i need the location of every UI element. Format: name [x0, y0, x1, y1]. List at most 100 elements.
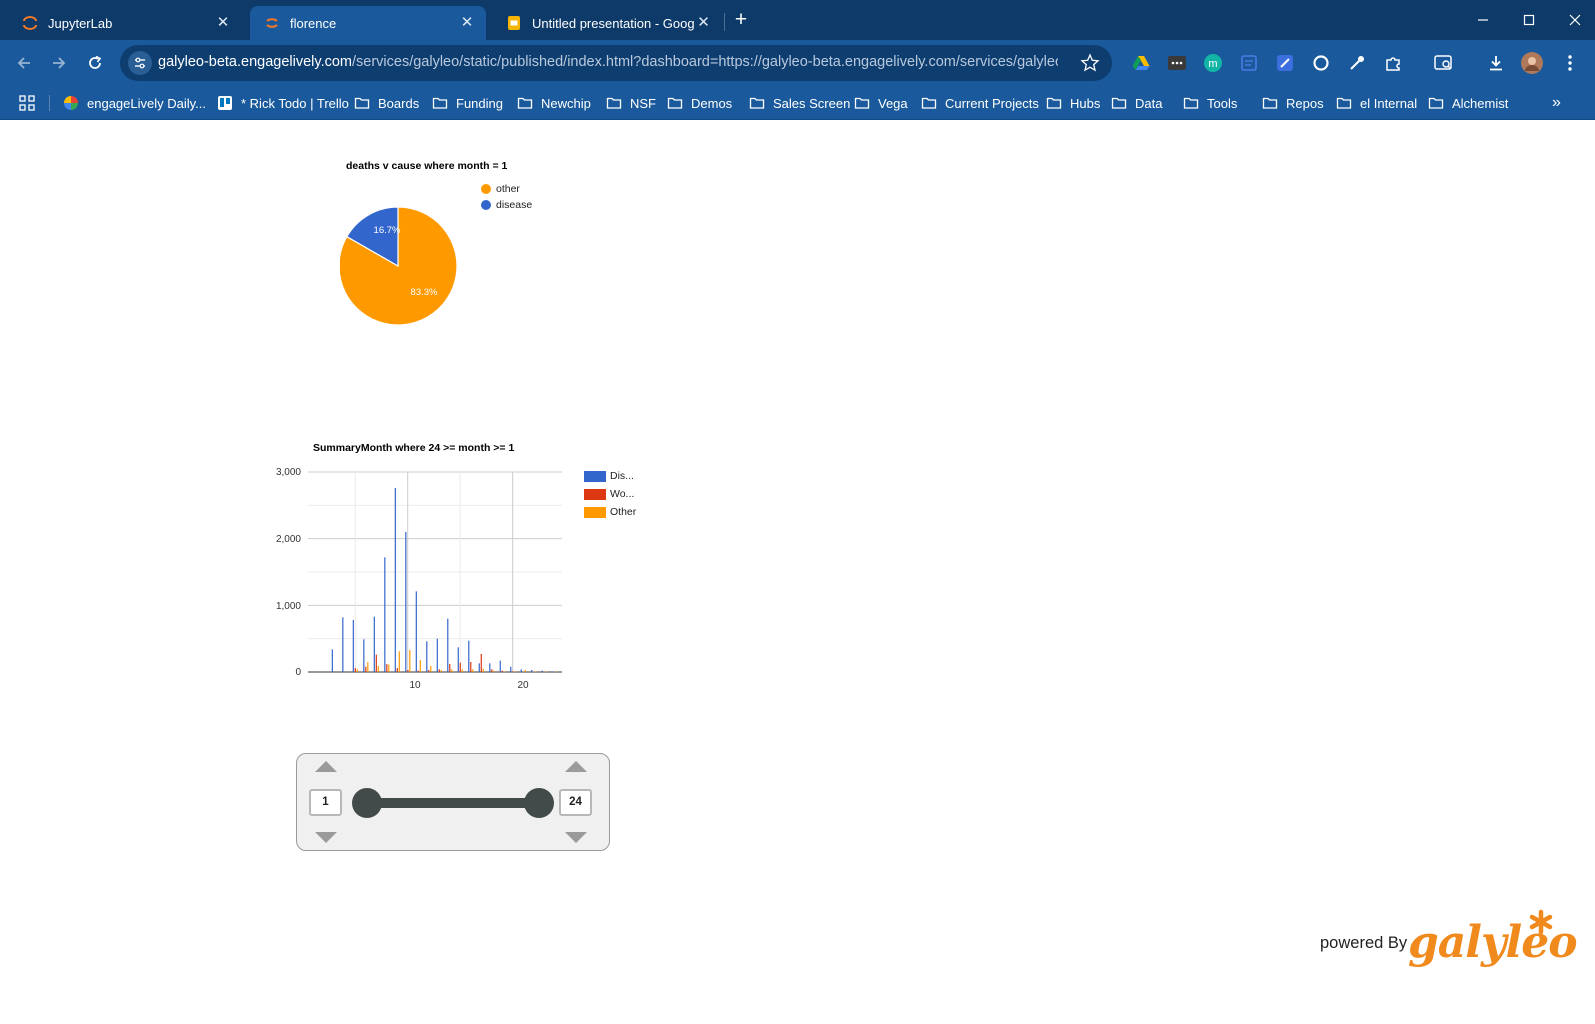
pie-legend-disease[interactable]: disease — [481, 199, 532, 211]
tab-google-slides[interactable]: Untitled presentation - Google ✕ — [492, 6, 722, 40]
bar-other[interactable] — [388, 664, 390, 672]
bar-wounds[interactable] — [417, 670, 419, 672]
bar-other[interactable] — [535, 671, 537, 672]
bar-wounds[interactable] — [375, 654, 377, 672]
bar-wounds[interactable] — [449, 664, 451, 672]
bar-disease[interactable] — [531, 670, 533, 672]
close-window-button[interactable] — [1552, 6, 1595, 34]
bar-disease[interactable] — [415, 591, 417, 672]
bar-wounds[interactable] — [354, 668, 356, 672]
bar-disease[interactable] — [478, 663, 480, 672]
bar-disease[interactable] — [489, 663, 491, 672]
reload-button[interactable] — [83, 51, 107, 75]
bookmark-item[interactable]: Current Projects — [921, 94, 1039, 112]
google-drive-icon[interactable] — [1130, 52, 1152, 74]
bookmark-item[interactable]: el Internal — [1336, 94, 1417, 112]
tab-jupyterlab[interactable]: JupyterLab ✕ — [8, 6, 242, 40]
maximize-button[interactable] — [1506, 6, 1552, 34]
bar-disease[interactable] — [384, 557, 386, 672]
more-extension-icon[interactable] — [1166, 52, 1188, 74]
search-tabs-icon[interactable] — [1433, 52, 1455, 74]
bar-other[interactable] — [503, 671, 505, 672]
bar-other[interactable] — [440, 670, 442, 672]
bar-disease[interactable] — [552, 671, 554, 672]
slider-max-handle[interactable] — [524, 788, 554, 818]
apps-grid-button[interactable] — [19, 94, 35, 112]
bookmark-star-icon[interactable] — [1080, 53, 1100, 73]
bar-other[interactable] — [524, 670, 526, 672]
bar-legend-other[interactable]: Other — [584, 506, 636, 518]
site-settings-icon[interactable] — [128, 51, 152, 75]
max-increment-arrow-icon[interactable] — [565, 761, 587, 772]
slider-track[interactable] — [367, 798, 539, 808]
close-icon[interactable]: ✕ — [214, 14, 232, 32]
download-icon[interactable] — [1485, 52, 1507, 74]
m-extension-icon[interactable]: m — [1202, 52, 1224, 74]
back-button[interactable] — [12, 51, 36, 75]
bar-other[interactable] — [430, 666, 432, 672]
bar-wounds[interactable] — [407, 670, 409, 672]
bar-wounds[interactable] — [459, 662, 461, 672]
bar-wounds[interactable] — [501, 670, 503, 672]
bar-disease[interactable] — [405, 532, 407, 672]
notes-extension-icon[interactable] — [1238, 52, 1260, 74]
bar-disease[interactable] — [436, 638, 438, 672]
minimize-button[interactable] — [1460, 6, 1506, 34]
bookmark-item[interactable]: Funding — [432, 94, 503, 112]
bookmark-item[interactable]: Demos — [667, 94, 732, 112]
bookmark-item[interactable]: Vega — [854, 94, 908, 112]
bar-disease[interactable] — [373, 616, 375, 672]
bar-disease[interactable] — [468, 640, 470, 672]
bar-wounds[interactable] — [470, 662, 472, 672]
min-increment-arrow-icon[interactable] — [315, 761, 337, 772]
bar-other[interactable] — [482, 668, 484, 672]
pie-legend-other[interactable]: other — [481, 183, 520, 195]
bookmark-item[interactable]: Data — [1111, 94, 1162, 112]
bar-disease[interactable] — [541, 670, 543, 672]
bar-disease[interactable] — [520, 669, 522, 672]
slider-min-handle[interactable] — [352, 788, 382, 818]
bookmark-item[interactable]: Repos — [1262, 94, 1324, 112]
powered-by-badge[interactable]: powered By galyleo — [1320, 909, 1578, 997]
bar-other[interactable] — [493, 670, 495, 672]
bar-other[interactable] — [419, 660, 421, 672]
profile-avatar[interactable] — [1521, 52, 1543, 74]
bookmark-item[interactable]: Tools — [1183, 94, 1237, 112]
bar-legend-wounds[interactable]: Wo... — [584, 488, 634, 500]
bookmark-item[interactable]: Boards — [354, 94, 419, 112]
bar-wounds[interactable] — [491, 669, 493, 672]
bar-other[interactable] — [451, 669, 453, 672]
bar-wounds[interactable] — [365, 666, 367, 672]
extensions-puzzle-icon[interactable] — [1382, 52, 1404, 74]
tab-florence[interactable]: florence ✕ — [250, 6, 486, 40]
bar-disease[interactable] — [426, 641, 428, 672]
bar-other[interactable] — [398, 651, 400, 672]
browser-menu-icon[interactable] — [1559, 52, 1581, 74]
bar-other[interactable] — [409, 650, 411, 672]
bar-disease[interactable] — [331, 649, 333, 672]
close-icon[interactable]: ✕ — [458, 14, 476, 32]
bar-wounds[interactable] — [428, 670, 430, 672]
close-icon[interactable]: ✕ — [695, 14, 712, 32]
bar-other[interactable] — [472, 669, 474, 672]
bookmark-item[interactable]: Newchip — [517, 94, 591, 112]
bar-wounds[interactable] — [438, 669, 440, 672]
bar-disease[interactable] — [499, 660, 501, 672]
more-bookmarks-button[interactable]: » — [1552, 94, 1561, 112]
bar-other[interactable] — [356, 669, 358, 672]
edit-extension-icon[interactable] — [1274, 52, 1296, 74]
min-decrement-arrow-icon[interactable] — [315, 832, 337, 843]
url-text[interactable]: galyleo-beta.engagelively.com/services/g… — [158, 54, 1058, 70]
bar-disease[interactable] — [447, 618, 449, 672]
bar-legend-disease[interactable]: Dis... — [584, 470, 634, 482]
bar-disease[interactable] — [394, 488, 396, 672]
bar-wounds[interactable] — [512, 671, 514, 672]
sync-extension-icon[interactable] — [1310, 52, 1332, 74]
eyedropper-icon[interactable] — [1346, 52, 1368, 74]
bar-disease[interactable] — [342, 617, 344, 672]
bar-disease[interactable] — [510, 666, 512, 672]
bookmark-item[interactable]: Sales Screen — [749, 94, 850, 112]
address-bar[interactable]: galyleo-beta.engagelively.com/services/g… — [120, 45, 1112, 81]
bar-other[interactable] — [514, 671, 516, 672]
bar-wounds[interactable] — [386, 664, 388, 672]
